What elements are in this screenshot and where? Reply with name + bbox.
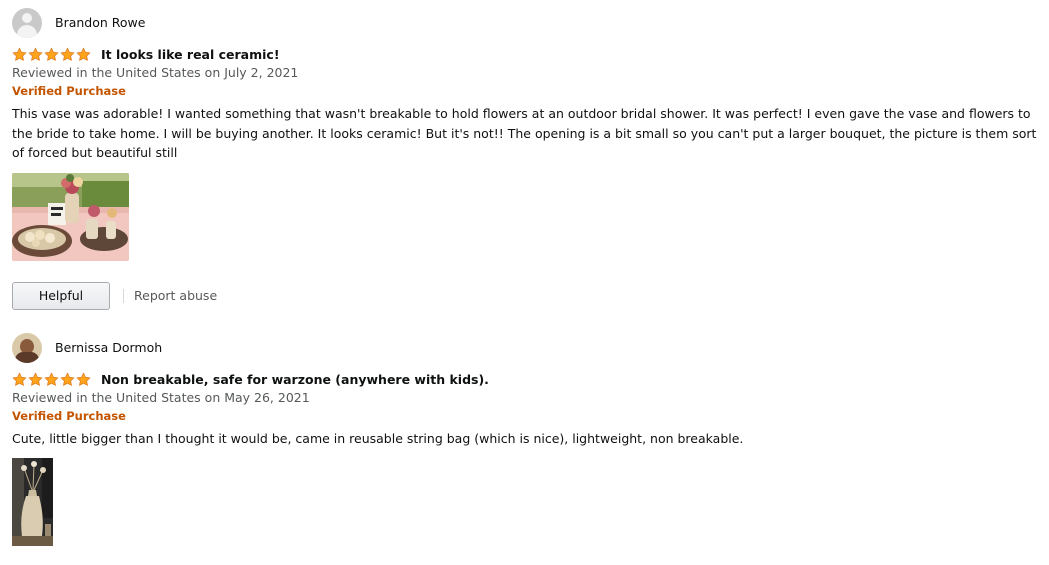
star-icon: [44, 47, 59, 61]
verified-purchase-badge[interactable]: Verified Purchase: [12, 84, 1039, 99]
report-abuse-link[interactable]: Report abuse: [134, 288, 217, 303]
star-icon: [76, 372, 91, 386]
star-rating[interactable]: [12, 47, 91, 62]
review-item: Bernissa Dormoh Non breakable, safe for …: [12, 332, 1039, 546]
review-title[interactable]: Non breakable, safe for warzone (anywher…: [101, 372, 489, 387]
star-icon: [44, 372, 59, 386]
divider: [123, 288, 124, 303]
default-avatar-icon: [12, 7, 42, 38]
helpful-button[interactable]: Helpful: [12, 281, 110, 310]
star-icon: [28, 372, 43, 386]
star-icon: [12, 372, 27, 386]
review-image-thumbnail[interactable]: [12, 172, 129, 261]
user-avatar: [12, 332, 42, 363]
review-item: Brandon Rowe It looks like real ceramic!…: [12, 7, 1039, 311]
reviewer-name[interactable]: Bernissa Dormoh: [55, 340, 162, 355]
reviewer-profile[interactable]: Bernissa Dormoh: [12, 332, 1039, 363]
verified-purchase-badge[interactable]: Verified Purchase: [12, 409, 1039, 424]
star-icon: [28, 47, 43, 61]
star-icon: [76, 47, 91, 61]
review-body: Cute, little bigger than I thought it wo…: [12, 431, 744, 446]
review-date: Reviewed in the United States on May 26,…: [12, 390, 310, 405]
star-icon: [60, 47, 75, 61]
bridal-shower-photo: [12, 172, 129, 261]
vase-photo: [12, 457, 53, 546]
review-body: This vase was adorable! I wanted somethi…: [12, 106, 1037, 160]
review-title[interactable]: It looks like real ceramic!: [101, 47, 280, 62]
reviewer-profile[interactable]: Brandon Rowe: [12, 7, 1039, 38]
star-icon: [60, 372, 75, 386]
star-rating[interactable]: [12, 372, 91, 387]
star-icon: [12, 47, 27, 61]
review-image-thumbnail[interactable]: [12, 457, 53, 546]
reviewer-name[interactable]: Brandon Rowe: [55, 15, 145, 30]
review-date: Reviewed in the United States on July 2,…: [12, 65, 299, 80]
